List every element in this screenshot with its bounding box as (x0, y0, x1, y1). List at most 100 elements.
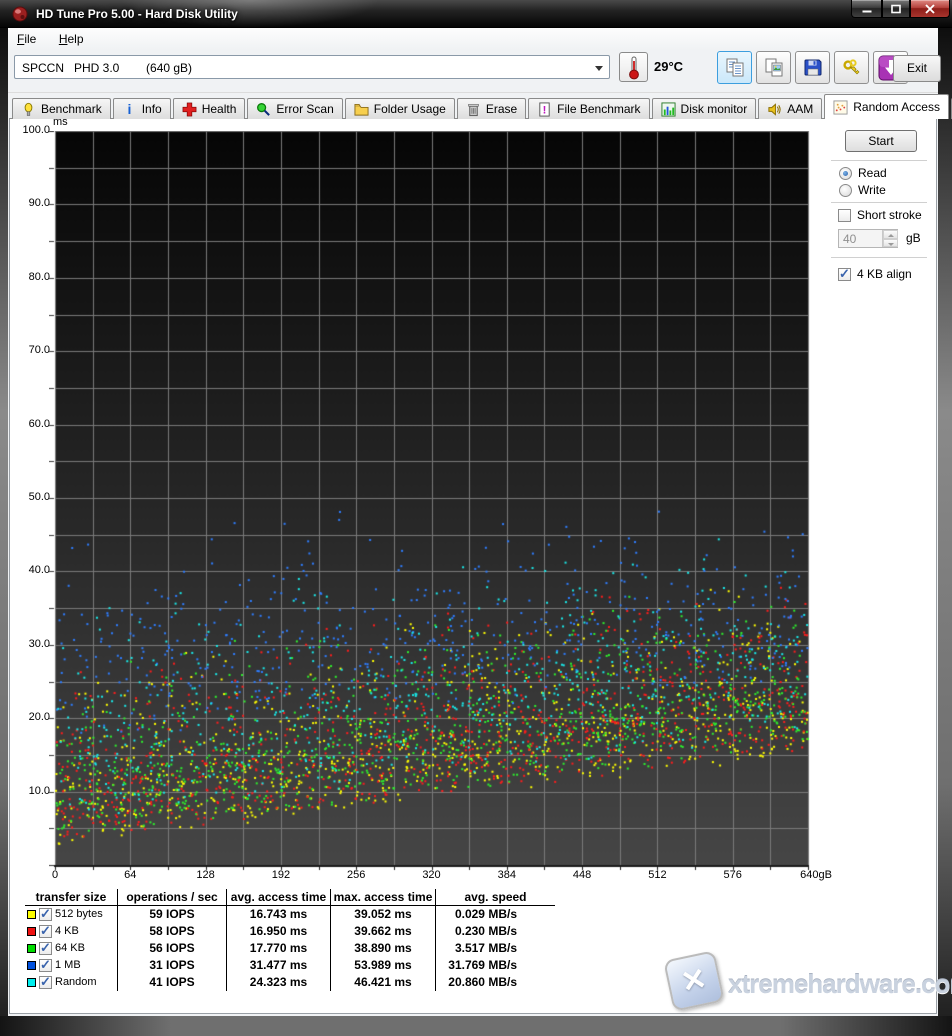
separator (831, 202, 927, 203)
series-color-swatch (27, 961, 36, 970)
short-stroke-checkbox[interactable] (838, 209, 851, 222)
kb-align-label: 4 KB align (857, 267, 912, 281)
stroke-size-value: 40 (843, 232, 856, 246)
tab-health[interactable]: Health (173, 98, 246, 119)
table-cell-max: 38.890 ms (331, 940, 436, 957)
series-checkbox[interactable] (39, 976, 52, 989)
options-button[interactable] (834, 51, 869, 84)
read-radio[interactable] (839, 167, 852, 180)
table-cell-ops: 31 IOPS (118, 957, 227, 974)
kb-align-checkbox[interactable] (838, 268, 851, 281)
y-tick-label: 70.0 (8, 344, 50, 356)
stepper-up-icon[interactable] (883, 230, 898, 239)
table-cell-ops: 41 IOPS (118, 974, 227, 991)
table-header-3: avg. access time (227, 889, 331, 906)
tab-label: Benchmark (41, 102, 102, 116)
tab-random-access[interactable]: Random Access (824, 94, 949, 119)
maximize-button[interactable] (882, 0, 910, 18)
drive-select[interactable]: SPCCN PHD 3.0 (640 gB) (14, 55, 610, 79)
y-tick-label: 20.0 (8, 711, 50, 723)
series-color-swatch (27, 944, 36, 953)
separator (831, 257, 927, 258)
drive-select-value: SPCCN PHD 3.0 (640 gB) (22, 61, 192, 75)
series-checkbox[interactable] (39, 908, 52, 921)
table-header-1: transfer size (25, 889, 118, 906)
stroke-size-stepper[interactable]: 40 (838, 229, 898, 248)
series-label: 64 KB (55, 942, 85, 954)
separator (831, 160, 927, 161)
copy-text-button[interactable] (717, 51, 752, 84)
y-tick-label: 30.0 (8, 638, 50, 650)
y-tick-label: 10.0 (8, 785, 50, 797)
watermark-text: xtremehardware.com (728, 969, 952, 1000)
tab-label: File Benchmark (557, 102, 640, 116)
short-stroke-option[interactable]: Short stroke (838, 208, 922, 222)
results-table: transfer sizeoperations / secavg. access… (25, 889, 555, 991)
exit-button[interactable]: Exit (893, 55, 941, 82)
temperature-button[interactable] (619, 52, 648, 82)
app-window: HD Tune Pro 5.00 - Hard Disk Utility Fil… (0, 0, 952, 1036)
tab-erase[interactable]: Erase (457, 98, 526, 119)
minimize-button[interactable] (851, 0, 882, 18)
tab-label: Random Access (853, 100, 940, 114)
write-label: Write (858, 183, 886, 197)
series-checkbox[interactable] (39, 959, 52, 972)
tab-benchmark[interactable]: Benchmark (12, 98, 111, 119)
y-tick-label: 90.0 (8, 197, 50, 209)
start-button[interactable]: Start (845, 130, 917, 152)
info-icon: i (122, 102, 137, 117)
table-row-transfer-size: 4 KB (25, 923, 118, 940)
tab-folder-usage[interactable]: Folder Usage (345, 98, 455, 119)
table-header-4: max. access time (331, 889, 436, 906)
health-icon (182, 102, 197, 117)
window-border-left (0, 28, 8, 1036)
copy-image-button[interactable] (756, 51, 791, 84)
kb-align-option[interactable]: 4 KB align (838, 267, 912, 281)
x-tick-label: 384 (484, 869, 530, 881)
tab-label: Info (142, 102, 162, 116)
table-row-transfer-size: 1 MB (25, 957, 118, 974)
write-option[interactable]: Write (839, 183, 886, 197)
tab-label: AAM (787, 102, 813, 116)
save-button[interactable] (795, 51, 830, 84)
write-radio[interactable] (839, 184, 852, 197)
tab-file-benchmark[interactable]: ! File Benchmark (528, 98, 649, 119)
tab-disk-monitor[interactable]: Disk monitor (652, 98, 757, 119)
tab-info[interactable]: i Info (113, 98, 171, 119)
speaker-icon (767, 102, 782, 117)
chevron-down-icon (595, 66, 603, 71)
table-cell-speed: 0.029 MB/s (436, 906, 555, 923)
close-button[interactable] (910, 0, 950, 18)
tab-error-scan[interactable]: Error Scan (247, 98, 342, 119)
tab-label: Erase (486, 102, 517, 116)
series-checkbox[interactable] (39, 942, 52, 955)
table-cell-max: 46.421 ms (331, 974, 436, 991)
stepper-down-icon[interactable] (883, 239, 898, 248)
read-label: Read (858, 166, 887, 180)
series-label: Random (55, 976, 97, 988)
series-color-swatch (27, 978, 36, 987)
x-tick-label: 576 (710, 869, 756, 881)
x-tick-label: 128 (183, 869, 229, 881)
tab-aam[interactable]: AAM (758, 98, 822, 119)
stepper-arrows[interactable] (882, 230, 897, 247)
file-benchmark-icon: ! (537, 102, 552, 117)
table-cell-ops: 58 IOPS (118, 923, 227, 940)
menu-file[interactable]: File (8, 28, 45, 49)
table-row-transfer-size: 512 bytes (25, 906, 118, 923)
menu-help[interactable]: Help (50, 28, 93, 49)
titlebar: HD Tune Pro 5.00 - Hard Disk Utility (0, 0, 952, 28)
read-option[interactable]: Read (839, 166, 887, 180)
folder-icon (354, 102, 369, 117)
tab-bar: Benchmark i Info HealthError Scan Folder Usa… (12, 95, 938, 119)
thermometer-icon (626, 55, 642, 80)
series-label: 512 bytes (55, 908, 103, 920)
table-cell-avg: 31.477 ms (227, 957, 331, 974)
table-cell-avg: 17.770 ms (227, 940, 331, 957)
tab-label: Disk monitor (681, 102, 748, 116)
table-header-5: avg. speed (436, 889, 555, 906)
magnifier-icon (256, 102, 271, 117)
series-checkbox[interactable] (39, 925, 52, 938)
tab-label: Folder Usage (374, 102, 446, 116)
table-cell-speed: 31.769 MB/s (436, 957, 555, 974)
